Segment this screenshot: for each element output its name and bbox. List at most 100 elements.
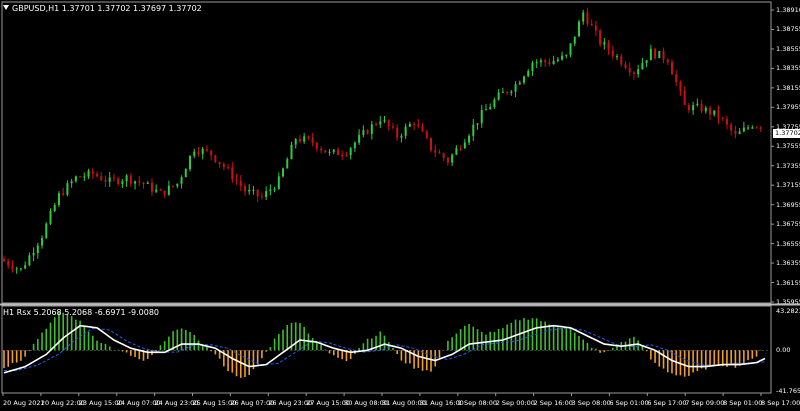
price-axis-label: 1.38755 bbox=[776, 25, 800, 34]
symbol-info-text: GBPUSD,H1 1.37701 1.37702 1.37697 1.3770… bbox=[12, 4, 202, 13]
candle-body bbox=[586, 12, 589, 25]
candle-body bbox=[336, 149, 339, 155]
candle-body bbox=[328, 151, 331, 153]
chart-canvas[interactable] bbox=[0, 0, 800, 411]
candle-body bbox=[83, 176, 86, 178]
candle-body bbox=[112, 177, 115, 179]
candle-body bbox=[759, 127, 762, 130]
candle-body bbox=[320, 148, 323, 151]
candle-body bbox=[379, 121, 382, 125]
candle-body bbox=[637, 69, 640, 75]
candle-body bbox=[32, 253, 35, 256]
candle-body bbox=[666, 59, 669, 63]
candle-body bbox=[227, 167, 230, 169]
candle-body bbox=[662, 51, 665, 60]
price-axis-label: 1.36155 bbox=[776, 278, 800, 287]
price-axis-label: 1.38355 bbox=[776, 64, 800, 73]
candle-body bbox=[70, 181, 73, 184]
time-axis-label: 20 Aug 2021 bbox=[3, 399, 45, 407]
price-axis-label: 1.37155 bbox=[776, 181, 800, 190]
candle-body bbox=[28, 255, 31, 266]
candle-body bbox=[282, 168, 285, 177]
time-axis-label: 1 Sep 08:00 bbox=[457, 399, 498, 407]
candle-body bbox=[594, 25, 597, 31]
candle-body bbox=[41, 237, 44, 246]
candle-body bbox=[641, 62, 644, 70]
candle-body bbox=[129, 175, 132, 184]
time-axis-label: 3 Sep 08:00 bbox=[571, 399, 611, 407]
candle-body bbox=[341, 154, 344, 156]
candle-body bbox=[734, 130, 737, 134]
candle-body bbox=[480, 109, 483, 124]
candle-body bbox=[298, 139, 301, 142]
candle-body bbox=[353, 142, 356, 149]
candle-body bbox=[201, 148, 204, 154]
candle-body bbox=[53, 205, 56, 212]
candle-body bbox=[49, 211, 52, 224]
candle-body bbox=[468, 135, 471, 143]
price-axis-label: 1.36755 bbox=[776, 220, 800, 229]
candle-body bbox=[222, 164, 225, 168]
candle-body bbox=[24, 265, 27, 269]
candle-body bbox=[603, 42, 606, 45]
candle-body bbox=[396, 127, 399, 138]
candle-body bbox=[197, 151, 200, 154]
candle-body bbox=[159, 189, 162, 191]
candle-body bbox=[687, 104, 690, 111]
candle-body bbox=[510, 91, 513, 93]
candle-body bbox=[531, 62, 534, 72]
candle-body bbox=[214, 155, 217, 162]
candle-body bbox=[417, 124, 420, 126]
candle-body bbox=[649, 48, 652, 61]
price-axis-label: 1.37355 bbox=[776, 161, 800, 170]
time-axis-label: 2 Sep 00:00 bbox=[495, 399, 535, 407]
candle-body bbox=[189, 155, 192, 170]
candle-body bbox=[345, 155, 348, 157]
candle-body bbox=[616, 56, 619, 58]
candle-body bbox=[539, 60, 542, 63]
candle-body bbox=[286, 159, 289, 169]
candle-body bbox=[493, 99, 496, 108]
candle-body bbox=[535, 62, 538, 64]
time-axis-label: 8 Sep 17:00 bbox=[761, 399, 800, 407]
candle-body bbox=[332, 149, 335, 152]
candle-body bbox=[404, 126, 407, 136]
candle-body bbox=[15, 268, 18, 270]
candle-body bbox=[730, 124, 733, 131]
candle-body bbox=[607, 42, 610, 51]
price-panel-frame bbox=[1, 1, 772, 304]
candle-body bbox=[100, 176, 103, 181]
candle-body bbox=[514, 84, 517, 92]
candle-body bbox=[134, 181, 137, 184]
dropdown-triangle-icon[interactable] bbox=[3, 5, 9, 10]
indicator-axis-label: 0.00 bbox=[776, 346, 791, 355]
candle-body bbox=[421, 125, 424, 132]
candle-body bbox=[438, 152, 441, 154]
price-axis-label: 1.37555 bbox=[776, 142, 800, 151]
candle-body bbox=[36, 245, 39, 254]
candle-body bbox=[45, 223, 48, 238]
candle-body bbox=[751, 127, 754, 129]
candle-body bbox=[150, 182, 153, 192]
candle-body bbox=[167, 185, 170, 195]
candle-body bbox=[755, 127, 758, 129]
candle-body bbox=[176, 183, 179, 187]
candle-body bbox=[476, 123, 479, 125]
candle-body bbox=[290, 144, 293, 160]
candle-body bbox=[446, 158, 449, 163]
candle-body bbox=[104, 180, 107, 182]
price-axis-label: 1.35955 bbox=[776, 298, 800, 306]
candle-body bbox=[683, 90, 686, 105]
price-axis-label: 1.36555 bbox=[776, 239, 800, 248]
candle-body bbox=[692, 105, 695, 111]
time-axis-label: 6 Sep 01:00 bbox=[609, 399, 649, 407]
candle-body bbox=[74, 176, 77, 182]
candle-body bbox=[303, 136, 306, 142]
symbol-header: GBPUSD,H1 1.37701 1.37702 1.37697 1.3770… bbox=[3, 4, 202, 13]
candle-body bbox=[383, 120, 386, 122]
candle-body bbox=[366, 130, 369, 134]
candle-body bbox=[565, 54, 568, 56]
candle-body bbox=[121, 181, 124, 184]
price-axis-label: 1.36355 bbox=[776, 259, 800, 268]
candle-body bbox=[430, 137, 433, 151]
